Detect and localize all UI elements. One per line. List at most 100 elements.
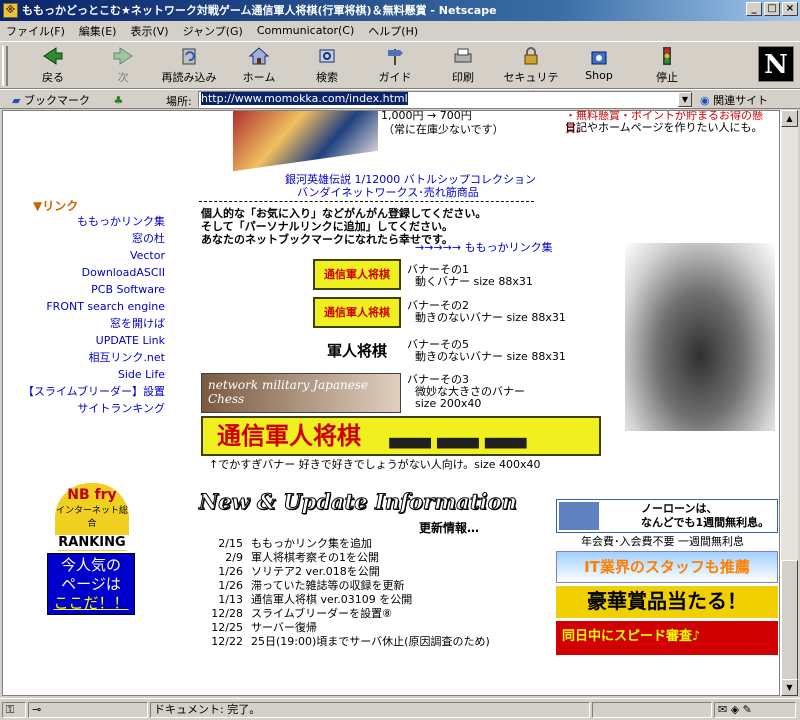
news-item: 2/9 軍人将棋考察その1を公開 (199, 551, 490, 565)
forward-button[interactable]: 次 (92, 46, 154, 85)
scroll-down-button[interactable]: ▼ (781, 679, 798, 696)
product-image[interactable] (233, 111, 378, 172)
intro-line-1: 個人的な「お気に入り」などがんがん登録してください。 (201, 207, 487, 220)
ranking-badge[interactable]: NB fry インターネット総合 RANKING (55, 483, 129, 551)
link-madonomori[interactable]: 窓の杜 (3, 230, 165, 247)
news-text: ももっかリンク集を追加 (251, 537, 372, 550)
home-button[interactable]: ホーム (228, 46, 290, 85)
menu-edit[interactable]: 編集(E) (79, 23, 117, 39)
minimize-button[interactable]: _ (746, 2, 762, 16)
news-item: 2/15 ももっかリンク集を追加 (199, 537, 490, 551)
print-label: 印刷 (452, 71, 474, 84)
intro-line-2: そして「パーソナルリンクに追加」してください。 (201, 220, 454, 233)
link-madowo[interactable]: 窓を開けば (3, 315, 165, 332)
popular-pages-banner[interactable]: 今人気の ページは ここだ！！ (47, 553, 135, 615)
page-proxy-icon[interactable]: ♣ (113, 94, 123, 107)
link-vector[interactable]: Vector (3, 247, 165, 264)
news-text: サーバー復帰 (251, 621, 317, 634)
forward-label: 次 (117, 71, 129, 84)
reload-button[interactable]: 再読み込み (158, 46, 220, 85)
toolbar-grip[interactable] (2, 46, 8, 86)
link-slime-breeder[interactable]: 【スライムブリーダー】設置 (3, 383, 165, 400)
ranking-mid: インターネット総合 (55, 506, 128, 529)
banner-5-desc: 動きのないバナー size 88x31 (415, 350, 566, 363)
big-banner-image[interactable]: 通信軍人将棋 ▄▄▄ ▄▄▄ ▄▄▄ (201, 416, 601, 456)
product-link-1[interactable]: 銀河英雄伝説 1/12000 バトルシップコレクション (285, 173, 536, 186)
security-status-icon[interactable]: ⚿ (2, 702, 26, 718)
link-downloadascii[interactable]: DownloadASCII (3, 264, 165, 281)
news-item: 12/25 サーバー復帰 (199, 621, 490, 635)
news-date: 12/25 (211, 621, 243, 634)
popular-line-2: ページは (61, 575, 121, 593)
title-bar[interactable]: ※ ももっかどっとこむ★ネットワーク対戦ゲーム通信軍人将棋(行軍将棋)＆無料懸賞… (0, 0, 800, 21)
ad-speed-review[interactable]: 同日中にスピード審査♪ (556, 621, 778, 655)
menu-help[interactable]: ヘルプ(H) (368, 23, 418, 39)
ad-noloan[interactable]: ノーローンは、 なんどでも1週間無利息。 (556, 499, 778, 533)
menu-bar: ファイル(F) 編集(E) 表示(V) ジャンプ(G) Communicator… (0, 21, 800, 40)
component-bar-icons[interactable]: ✉ ◈ ✎ (714, 702, 796, 718)
menu-view[interactable]: 表示(V) (130, 23, 168, 39)
printer-icon (454, 48, 472, 63)
link-front-search[interactable]: FRONT search engine (3, 298, 165, 315)
vertical-scrollbar[interactable]: ▲ ▼ (780, 110, 798, 696)
ad-noloan-line-2: なんどでも1週間無利息。 (641, 516, 770, 529)
news-text: ソリテア2 ver.018を公開 (251, 565, 380, 578)
link-sougo[interactable]: 相互リンク.net (3, 349, 165, 366)
netscape-logo[interactable]: N (758, 46, 794, 82)
price-line-2: （常に在庫少ないです） (383, 123, 504, 136)
news-item: 12/28 スライムブリーダーを設置⑧ (199, 607, 490, 621)
scroll-thumb[interactable] (781, 560, 798, 680)
ad-noloan-caption[interactable]: 年会費･入会費不要 一週間無利息 (581, 535, 744, 548)
lock-icon (524, 47, 538, 65)
menu-communicator[interactable]: Communicator(C) (257, 24, 354, 37)
ad-noloan-line-1: ノーローンは、 (641, 502, 718, 515)
url-dropdown-button[interactable]: ▼ (678, 92, 692, 107)
shop-bag-icon (591, 51, 607, 65)
ad-it-staff[interactable]: IT業界のスタッフも推薦 (556, 551, 778, 583)
menu-go[interactable]: ジャンプ(G) (183, 23, 243, 39)
banner-1-desc: 動くバナー size 88x31 (415, 275, 533, 288)
popular-line-3: ここだ！！ (53, 594, 129, 612)
print-button[interactable]: 印刷 (432, 46, 494, 85)
link-site-ranking[interactable]: サイトランキング (3, 400, 165, 417)
related-label: 関連サイト (713, 94, 769, 107)
link-update[interactable]: UPDATE Link (3, 332, 165, 349)
maximize-button[interactable]: □ (764, 2, 780, 16)
banner-3-image[interactable]: network military Japanese Chess (201, 373, 401, 413)
banner-2-desc: 動きのないバナー size 88x31 (415, 311, 566, 324)
menu-file[interactable]: ファイル(F) (6, 23, 65, 39)
price-line-1: 1,000円 → 700円 (381, 110, 472, 122)
shop-button[interactable]: Shop (568, 46, 630, 82)
ad-prize[interactable]: 豪華賞品当たる！ (556, 586, 778, 618)
intro-link[interactable]: →→→→→ ももっかリンク集 (415, 241, 553, 254)
banner-5-image[interactable]: 軍人将棋 (313, 337, 401, 368)
search-button[interactable]: 検索 (296, 46, 358, 85)
bookmark-icon: ▰ (12, 94, 21, 107)
link-momokka[interactable]: ももっかリンク集 (3, 213, 165, 230)
banner-2-image[interactable]: 通信軍人将棋 (313, 297, 401, 328)
guide-button[interactable]: ガイド (364, 46, 426, 85)
bookmarks-button[interactable]: ▰ ブックマーク ♣ (12, 92, 123, 108)
related-sites-button[interactable]: ◉ 関連サイト (700, 92, 768, 108)
links-list: ももっかリンク集 窓の杜 Vector DownloadASCII PCB So… (3, 213, 165, 417)
stop-button[interactable]: 停止 (636, 46, 698, 85)
home-icon (248, 47, 270, 65)
news-text: スライムブリーダーを設置⑧ (251, 607, 392, 620)
top-right-line-2: 日記やホームページを作りたい人にも。 (565, 121, 763, 134)
banner-3-size: size 200x40 (415, 397, 482, 410)
back-button[interactable]: 戻る (22, 46, 84, 85)
url-input[interactable]: http://www.momokka.com/index.html (198, 91, 692, 108)
status-text: ドキュメント: 完了。 (150, 702, 590, 718)
news-item: 1/26 ソリテア2 ver.018を公開 (199, 565, 490, 579)
scroll-up-button[interactable]: ▲ (781, 110, 798, 127)
navigation-toolbar: 戻る 次 再読み込み ホーム 検索 ガイド 印刷 セキュリティ (0, 41, 800, 100)
product-link-2[interactable]: バンダイネットワークス･売れ筋商品 (297, 186, 479, 199)
big-banner-caption: ↑でかすぎバナー 好きで好きでしょうがない人向け。size 400x40 (209, 458, 541, 471)
page-content: 1,000円 → 700円 （常に在庫少ないです） ・無料懸賞・ポイントが貯まる… (2, 110, 780, 696)
link-pcb-software[interactable]: PCB Software (3, 281, 165, 298)
news-item: 12/22 25日(19:00)頃までサーバ休止(原因調査のため) (199, 635, 489, 649)
link-side-life[interactable]: Side Life (3, 366, 165, 383)
banner-1-image[interactable]: 通信軍人将棋 (313, 259, 401, 290)
guide-label: ガイド (378, 71, 412, 84)
close-button[interactable]: × (782, 2, 798, 16)
